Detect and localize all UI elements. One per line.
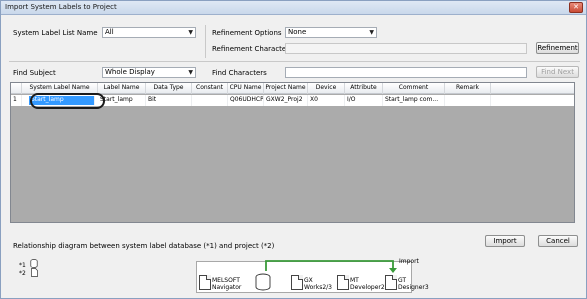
table-cell[interactable]: Start_lamp bbox=[98, 95, 146, 106]
column-header[interactable]: CPU Name bbox=[228, 83, 264, 94]
database-icon bbox=[30, 259, 38, 268]
legend-1: *1 bbox=[19, 262, 26, 269]
import-system-labels-dialog: Import System Labels to Project ✕ System… bbox=[0, 0, 587, 299]
table-cell[interactable]: Bit bbox=[146, 95, 192, 106]
node-gx-line1: GX bbox=[304, 277, 313, 284]
divider bbox=[205, 25, 206, 58]
diagram-caption: Relationship diagram between system labe… bbox=[13, 242, 275, 250]
row-index: 1 bbox=[11, 95, 22, 106]
import-arrow-icon bbox=[265, 260, 397, 273]
row-index-header bbox=[11, 83, 22, 94]
chevron-down-icon: ▼ bbox=[369, 29, 374, 36]
system-label-list-value: All bbox=[105, 28, 114, 36]
title-bar: Import System Labels to Project ✕ bbox=[1, 1, 586, 15]
document-icon bbox=[337, 275, 349, 290]
column-header[interactable]: Remark bbox=[445, 83, 491, 94]
node-gt-line1: GT bbox=[398, 277, 407, 284]
refinement-characters-label: Refinement Characters bbox=[212, 45, 293, 53]
node-navigator-line2: Navigator bbox=[212, 284, 242, 291]
document-icon bbox=[31, 268, 38, 277]
node-navigator-line1: MELSOFT bbox=[212, 277, 240, 284]
refinement-options-value: None bbox=[288, 28, 307, 36]
column-header[interactable]: Device bbox=[308, 83, 345, 94]
system-label-list-select[interactable]: All ▼ bbox=[102, 27, 196, 38]
document-icon bbox=[291, 275, 303, 290]
refinement-options-select[interactable]: None ▼ bbox=[285, 27, 377, 38]
highlight-oval bbox=[30, 93, 105, 109]
find-characters-label: Find Characters bbox=[212, 69, 267, 77]
divider bbox=[9, 61, 580, 62]
table-cell[interactable]: Start_lamp com... bbox=[383, 95, 445, 106]
find-next-button[interactable]: Find Next bbox=[536, 66, 579, 78]
column-header[interactable]: Project Name bbox=[264, 83, 308, 94]
node-mt-line2: Developer2 bbox=[350, 284, 385, 291]
document-icon bbox=[385, 275, 397, 290]
find-characters-field[interactable] bbox=[285, 67, 527, 78]
find-subject-select[interactable]: Whole Display ▼ bbox=[102, 67, 196, 78]
import-button[interactable]: Import bbox=[485, 235, 525, 247]
window-title: Import System Labels to Project bbox=[5, 3, 117, 11]
database-icon bbox=[255, 273, 271, 291]
table-cell[interactable] bbox=[445, 95, 491, 106]
system-label-list-label: System Label List Name bbox=[13, 29, 98, 37]
node-gx-line2: Works2/3 bbox=[304, 284, 332, 291]
column-header[interactable]: Data Type bbox=[146, 83, 192, 94]
table-cell[interactable]: GXW2_Proj2 bbox=[264, 95, 308, 106]
node-gt-line2: Designer3 bbox=[398, 284, 429, 291]
refinement-button[interactable]: Refinement bbox=[536, 42, 579, 54]
refinement-characters-field[interactable] bbox=[285, 43, 527, 54]
import-label: Import bbox=[399, 258, 419, 265]
chevron-down-icon: ▼ bbox=[188, 29, 193, 36]
table-cell[interactable]: X0 bbox=[308, 95, 345, 106]
cancel-button[interactable]: Cancel bbox=[538, 235, 578, 247]
find-subject-label: Find Subject bbox=[13, 69, 56, 77]
table-cell[interactable] bbox=[192, 95, 228, 106]
table-cell[interactable]: I/O bbox=[345, 95, 383, 106]
node-mt-line1: MT bbox=[350, 277, 359, 284]
chevron-down-icon: ▼ bbox=[188, 69, 193, 76]
close-button[interactable]: ✕ bbox=[569, 2, 583, 13]
column-header[interactable]: Constant bbox=[192, 83, 228, 94]
table-cell[interactable]: Q06UDHCPU bbox=[228, 95, 264, 106]
close-icon: ✕ bbox=[573, 3, 579, 11]
find-subject-value: Whole Display bbox=[105, 68, 155, 76]
refinement-options-label: Refinement Options bbox=[212, 29, 282, 37]
column-header[interactable]: Label Name bbox=[98, 83, 146, 94]
column-header[interactable]: Comment bbox=[383, 83, 445, 94]
legend-2: *2 bbox=[19, 270, 26, 277]
document-icon bbox=[199, 275, 211, 290]
column-header[interactable]: Attribute bbox=[345, 83, 383, 94]
